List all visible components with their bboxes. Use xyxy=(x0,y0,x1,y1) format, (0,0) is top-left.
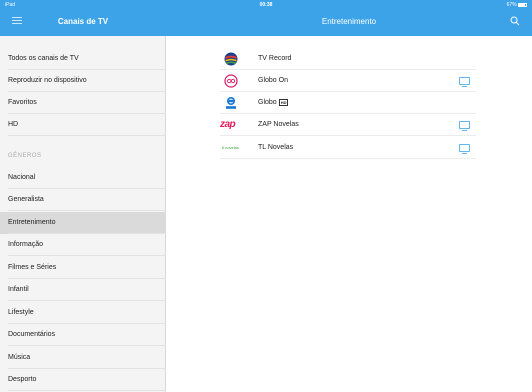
sidebar-item-hd[interactable]: HD xyxy=(0,114,166,136)
sidebar-item-filmes-e-series[interactable]: Filmes e Séries xyxy=(0,257,166,279)
battery-indicator: 67% xyxy=(507,2,527,8)
sidebar: Todos os canais de TV Reproduzir no disp… xyxy=(0,36,166,392)
sidebar-item-documentarios[interactable]: Documentários xyxy=(0,324,166,346)
globo-logo xyxy=(226,97,236,109)
genres-section-header: GÉNEROS xyxy=(8,153,42,159)
sidebar-item-generalista[interactable]: Generalista xyxy=(0,189,166,211)
sidebar-item-informacao[interactable]: Informação xyxy=(0,234,166,256)
sidebar-item-infantil[interactable]: Infantil xyxy=(0,279,166,301)
search-icon[interactable] xyxy=(510,16,520,26)
sidebar-item-favoritos[interactable]: Favoritos xyxy=(0,92,166,114)
channel-row-tl-novelas[interactable]: tl novelas TL Novelas xyxy=(220,137,476,159)
battery-percent: 67% xyxy=(506,2,517,8)
hd-badge: HD xyxy=(278,98,289,106)
channel-row-globo-on[interactable]: Globo On xyxy=(220,70,476,92)
sidebar-item-desporto[interactable]: Desporto xyxy=(0,369,166,391)
sidebar-item-todos-os-canais[interactable]: Todos os canais de TV xyxy=(0,48,166,70)
sidebar-item-musica[interactable]: Música xyxy=(0,347,166,369)
battery-icon xyxy=(518,2,527,7)
tl-novelas-logo: tl novelas xyxy=(222,145,239,150)
sidebar-item-reproduzir[interactable]: Reproduzir no dispositivo xyxy=(0,70,166,92)
globo-on-logo xyxy=(224,74,238,88)
status-bar: iPad 00:38 67% xyxy=(0,0,532,10)
page-title: Entretenimento xyxy=(321,17,377,26)
channel-name: TL Novelas xyxy=(258,144,294,151)
clock: 00:38 xyxy=(259,2,273,8)
tv-record-logo xyxy=(224,52,238,66)
sidebar-item-lifestyle[interactable]: Lifestyle xyxy=(0,302,166,324)
channel-name: TV Record xyxy=(258,55,292,62)
channel-name: Globo HD xyxy=(258,98,289,106)
tv-icon xyxy=(459,144,470,154)
channel-name: ZAP Novelas xyxy=(258,121,299,128)
sidebar-item-nacional[interactable]: Nacional xyxy=(0,167,166,189)
channel-name: Globo On xyxy=(258,77,288,84)
sidebar-title: Canais de TV xyxy=(57,17,109,26)
channel-row-tv-record[interactable]: TV Record xyxy=(220,48,476,70)
channel-row-zap-novelas[interactable]: zap ZAP Novelas xyxy=(220,114,476,136)
navigation-bar: iPad 00:38 67% Canais de TV Entretenimen… xyxy=(0,0,532,36)
tv-icon xyxy=(459,77,470,87)
sidebar-item-entretenimento[interactable]: Entretenimento xyxy=(0,212,166,234)
channel-row-globo[interactable]: Globo HD xyxy=(220,92,476,114)
tv-icon xyxy=(459,121,470,131)
zap-novelas-logo: zap xyxy=(220,119,236,130)
